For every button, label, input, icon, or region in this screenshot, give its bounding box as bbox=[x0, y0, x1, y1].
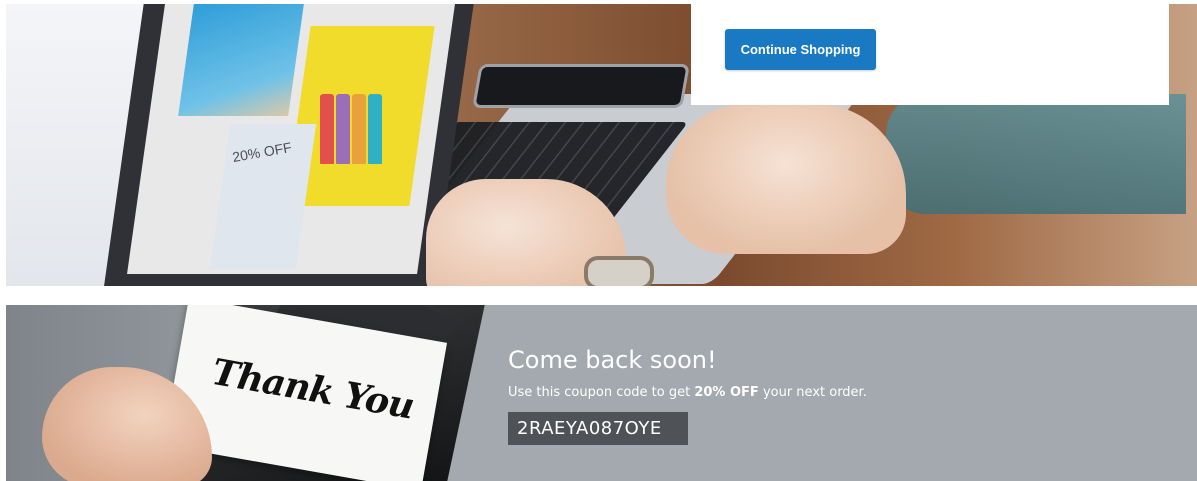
sleeve bbox=[886, 94, 1186, 214]
shirt-orange bbox=[352, 94, 366, 164]
hero-banner: 20% OFF Continue Shopping bbox=[6, 4, 1197, 286]
coupon-discount: 20% OFF bbox=[694, 385, 759, 400]
coupon-code[interactable]: 2RAEYA087OYE bbox=[508, 412, 688, 445]
smartphone bbox=[472, 64, 690, 108]
continue-shopping-button[interactable]: Continue Shopping bbox=[725, 29, 876, 70]
shirt-teal bbox=[368, 94, 382, 164]
thank-you-text: Thank You bbox=[208, 350, 417, 428]
wristwatch bbox=[584, 256, 654, 286]
coupon-banner: Thank You Come back soon! Use this coupo… bbox=[6, 305, 1197, 481]
coupon-description: Use this coupon code to get 20% OFF your… bbox=[508, 385, 867, 400]
shirt-red bbox=[320, 94, 334, 164]
continue-card: Continue Shopping bbox=[691, 4, 1169, 105]
coupon-desc-after: your next order. bbox=[758, 385, 867, 400]
screen-yoga-image bbox=[178, 4, 304, 116]
right-hand bbox=[666, 104, 906, 254]
shirt-purple bbox=[336, 94, 350, 164]
coupon-title: Come back soon! bbox=[508, 346, 717, 374]
coupon-desc-before: Use this coupon code to get bbox=[508, 385, 695, 400]
